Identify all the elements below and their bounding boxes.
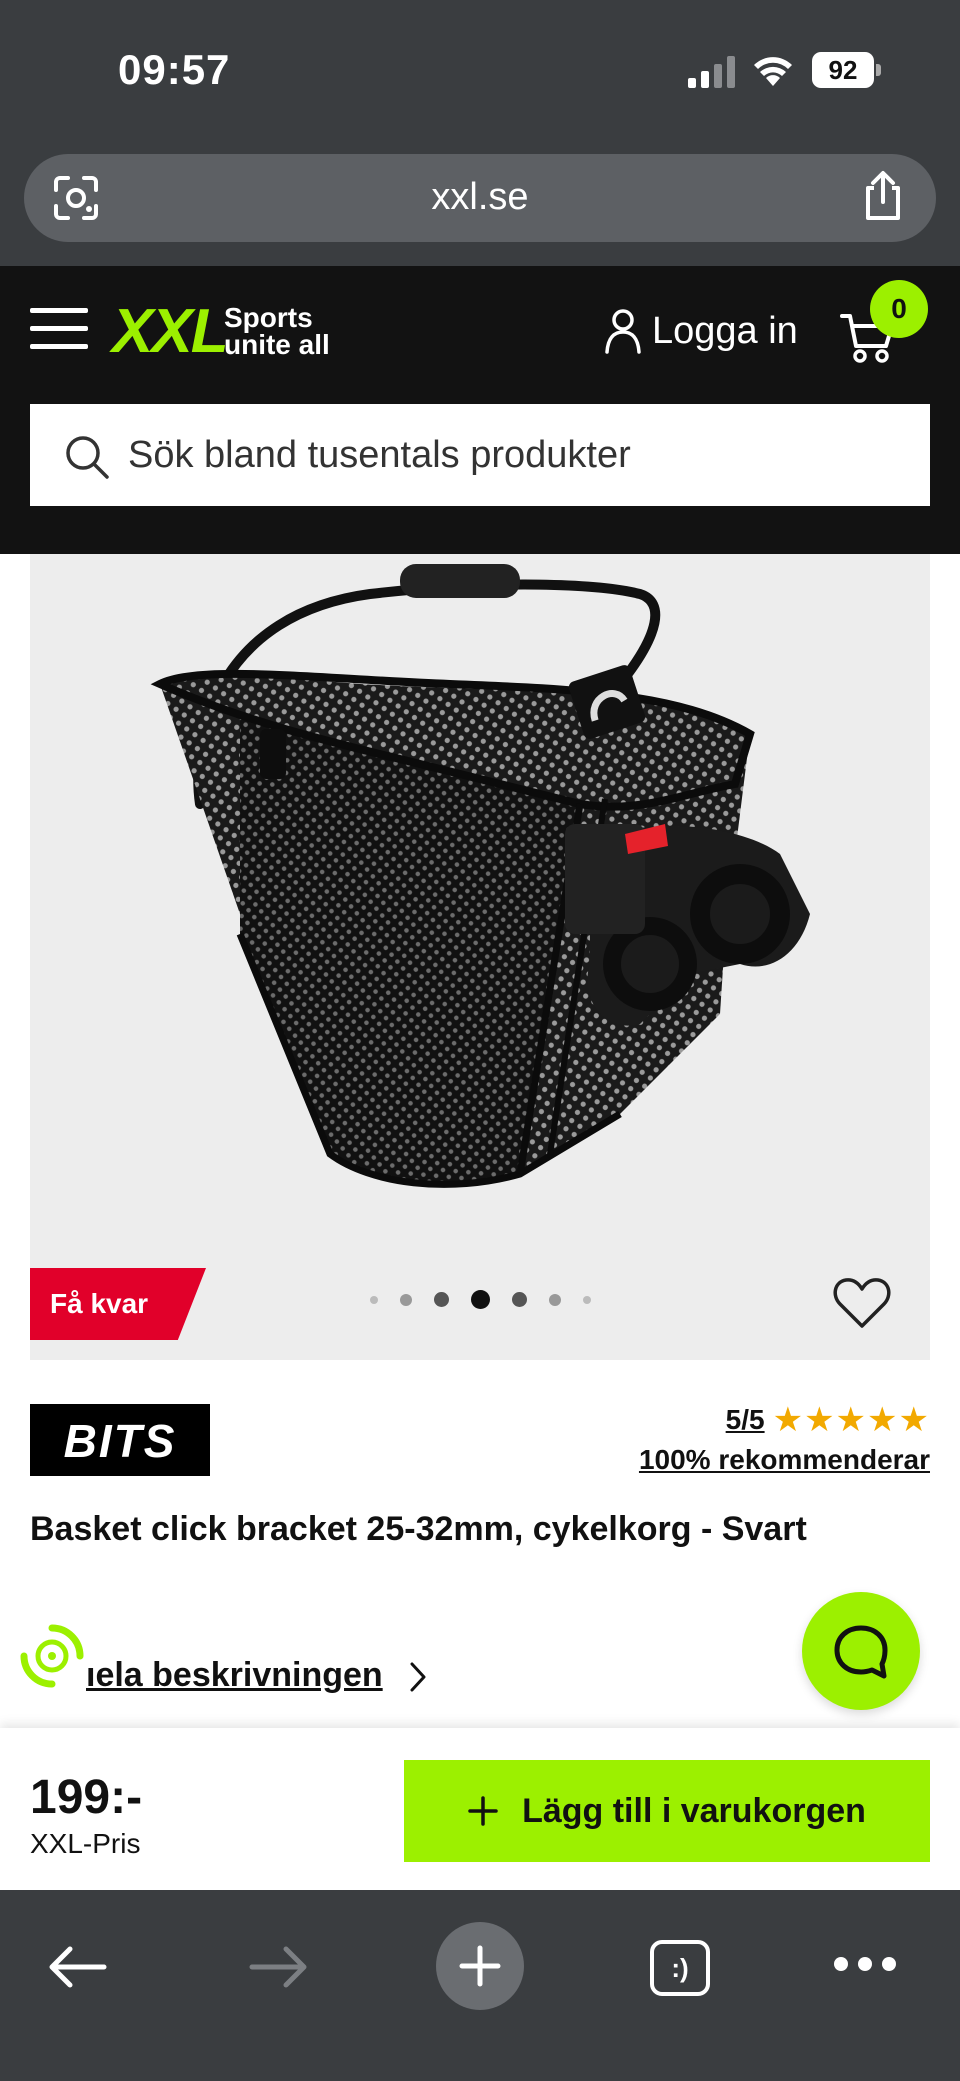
battery-level: 92 [812,52,874,88]
tagline-line2: unite all [224,329,330,360]
new-tab-button[interactable] [436,1922,524,2010]
tagline-line1: Sports [224,302,313,333]
site-header: XXL Sports unite all Logga in 0 Sök blan… [0,266,960,554]
product-photo-bicycle-basket [150,564,810,1188]
browser-top-chrome: 09:57 92 xxl.se [0,0,960,266]
login-button[interactable]: Logga in [604,306,798,356]
carousel-dots[interactable] [370,1290,591,1309]
logo-tagline: Sports unite all [224,302,330,360]
cellular-signal-icon [688,56,735,88]
heart-icon[interactable] [832,1276,892,1330]
search-icon [66,436,109,479]
carousel-dot-active[interactable] [471,1290,490,1309]
loading-spinner-icon [20,1624,84,1688]
login-label: Logga in [652,309,798,352]
price-label: XXL-Pris [30,1828,141,1859]
xxl-logo[interactable]: XXL [112,296,229,367]
carousel-dot[interactable] [370,1295,378,1304]
recommend-link[interactable]: 100% rekommenderar [639,1444,930,1476]
share-icon[interactable] [860,170,906,222]
product-rating[interactable]: 5/5 ★★★★★ 100% rekommenderar [639,1402,930,1476]
plus-icon [468,1796,498,1826]
product-image-gallery[interactable]: Få kvar [30,554,930,1360]
back-arrow-icon[interactable] [46,1944,108,1990]
carousel-dot[interactable] [549,1293,561,1306]
stock-badge: Få kvar [30,1268,206,1340]
wifi-icon [754,57,792,86]
add-to-cart-label: Lägg till i varukorgen [522,1791,866,1830]
hamburger-icon[interactable] [30,308,88,350]
cart-count-badge[interactable]: 0 [870,280,928,338]
status-time: 09:57 [118,46,231,93]
product-title: Basket click bracket 25-32mm, cykelkorg … [30,1510,807,1548]
carousel-dot[interactable] [434,1292,449,1307]
forward-arrow-icon[interactable] [248,1944,310,1990]
search-input[interactable]: Sök bland tusentals produkter [30,404,930,506]
tabs-button[interactable]: :) [650,1940,710,1996]
carousel-dot[interactable] [512,1292,527,1307]
address-bar[interactable]: xxl.se [24,154,936,242]
brand-logo[interactable]: BITS [30,1404,210,1476]
new-tab-plus-icon [459,1945,501,1987]
carousel-dot[interactable] [583,1295,591,1304]
add-to-cart-button[interactable]: Lägg till i varukorgen [404,1760,930,1862]
rating-row: 5/5 ★★★★★ [639,1402,930,1438]
browser-bottom-toolbar: :) [0,1890,960,2081]
user-icon [605,309,641,354]
more-menu-button[interactable] [834,1952,896,1976]
brand-logo-text: BITS [63,1415,177,1467]
search-placeholder: Sök bland tusentals produkter [128,434,631,476]
battery-tip [876,64,881,76]
chat-button[interactable] [802,1592,920,1710]
full-description-link[interactable]: ıela beskrivningen [86,1656,383,1695]
chevron-right-icon[interactable] [408,1660,428,1694]
battery-indicator: 92 [812,52,882,88]
chat-icon [834,1625,888,1679]
buy-bar: 199:- XXL-Pris Lägg till i varukorgen [0,1728,960,1890]
star-rating-icon: ★★★★★ [772,1401,930,1439]
url-text: xxl.se [431,176,529,218]
price: 199:- [30,1771,143,1824]
carousel-dot[interactable] [400,1293,412,1306]
rating-score[interactable]: 5/5 [726,1404,765,1436]
